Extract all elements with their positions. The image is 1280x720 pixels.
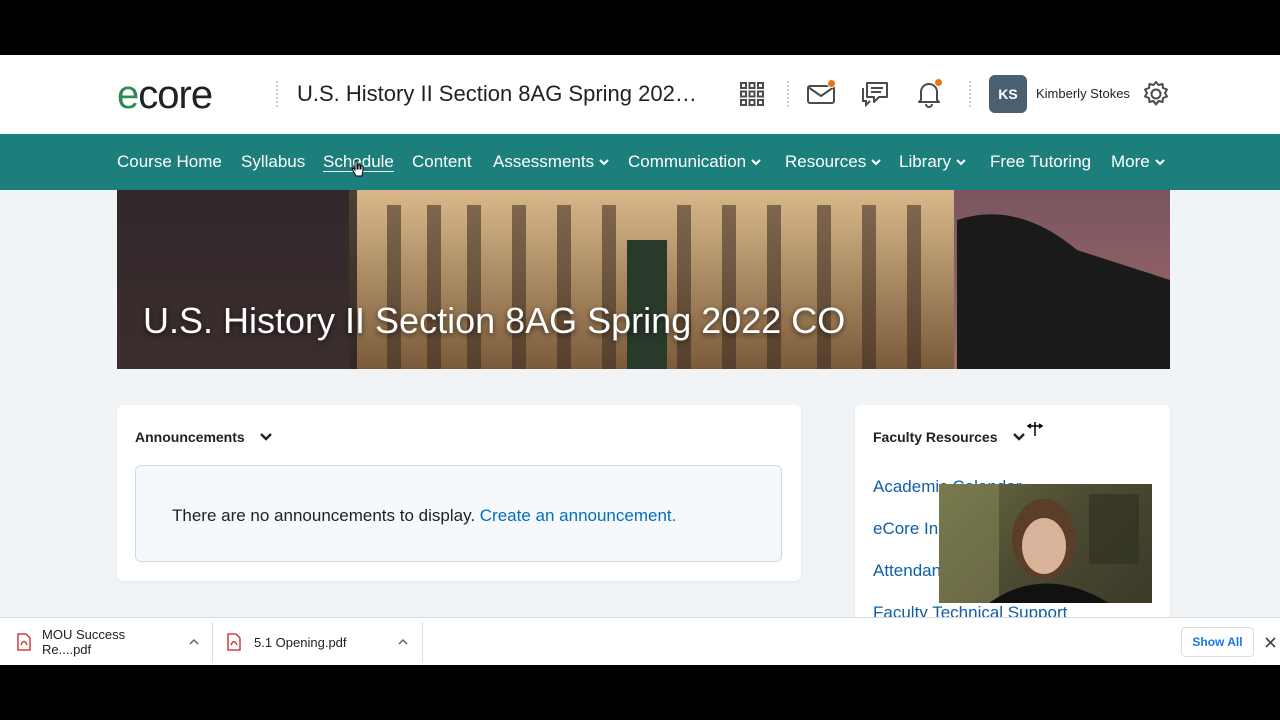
nav-course-home[interactable]: Course Home	[117, 152, 222, 172]
announcements-heading: Announcements	[135, 429, 273, 445]
faculty-resources-heading: Faculty Resources	[873, 429, 1026, 445]
user-name[interactable]: Kimberly Stokes	[1036, 86, 1130, 101]
nav-content[interactable]: Content	[412, 152, 472, 172]
show-all-downloads-button[interactable]: Show All	[1181, 627, 1254, 657]
course-title[interactable]: U.S. History II Section 8AG Spring 2022 …	[297, 81, 702, 107]
webcam-overlay	[939, 484, 1152, 603]
unread-dot	[827, 79, 836, 88]
divider	[212, 622, 213, 662]
unread-dot	[934, 78, 943, 87]
nav-more[interactable]: More	[1111, 152, 1165, 172]
chevron-up-icon[interactable]	[398, 638, 408, 646]
header-divider	[969, 81, 971, 107]
download-filename: 5.1 Opening.pdf	[254, 634, 347, 650]
chevron-down-icon	[871, 159, 881, 166]
download-filename: MOU Success Re....pdf	[42, 627, 126, 657]
nav-assessments[interactable]: Assessments	[493, 152, 609, 172]
chevron-down-icon	[599, 159, 609, 166]
course-header: ecore U.S. History II Section 8AG Spring…	[0, 55, 1280, 134]
chevron-down-icon	[956, 159, 966, 166]
pdf-file-icon	[227, 633, 241, 651]
chevron-down-icon	[751, 159, 761, 166]
ecore-logo[interactable]: ecore	[117, 73, 213, 118]
header-divider	[787, 81, 789, 107]
chevron-down-icon[interactable]	[1012, 432, 1026, 442]
pdf-file-icon	[17, 633, 31, 651]
course-selector-grid-icon[interactable]	[736, 78, 768, 110]
nav-syllabus[interactable]: Syllabus	[241, 152, 305, 172]
close-icon[interactable]	[1265, 637, 1276, 648]
message-alerts-icon[interactable]	[805, 78, 837, 110]
presenter-video	[939, 484, 1139, 603]
move-cursor-icon	[1027, 422, 1043, 436]
announcements-empty-state: There are no announcements to display. C…	[135, 465, 782, 562]
create-announcement-link[interactable]: Create an announcement.	[480, 506, 677, 525]
announcements-message: There are no announcements to display. C…	[172, 506, 677, 525]
download-shelf: MOU Success Re....pdf 5.1 Opening.pdf Sh…	[0, 617, 1280, 665]
course-navbar: Course Home Syllabus Schedule Content As…	[0, 134, 1280, 190]
course-banner-image: U.S. History II Section 8AG Spring 2022 …	[117, 190, 1170, 369]
nav-communication[interactable]: Communication	[628, 152, 761, 172]
download-item[interactable]: MOU Success Re....pdf	[16, 618, 199, 665]
header-divider	[276, 81, 278, 107]
chevron-up-icon[interactable]	[189, 638, 199, 646]
avatar[interactable]: KS	[989, 75, 1027, 113]
browser-viewport: ecore U.S. History II Section 8AG Spring…	[0, 55, 1280, 665]
download-item[interactable]: 5.1 Opening.pdf	[226, 618, 408, 665]
announcements-widget: Announcements There are no announcements…	[117, 405, 801, 581]
hand-cursor-icon	[351, 160, 364, 177]
memorial-photo	[117, 190, 1170, 369]
nav-resources[interactable]: Resources	[785, 152, 881, 172]
nav-free-tutoring[interactable]: Free Tutoring	[990, 152, 1091, 172]
nav-library[interactable]: Library	[899, 152, 966, 172]
settings-gear-icon[interactable]	[1140, 78, 1172, 110]
chevron-down-icon[interactable]	[259, 432, 273, 442]
chevron-down-icon	[1155, 159, 1165, 166]
subscription-alerts-icon[interactable]	[859, 78, 891, 110]
divider	[422, 622, 423, 662]
update-alerts-bell-icon[interactable]	[913, 78, 945, 110]
banner-course-title: U.S. History II Section 8AG Spring 2022 …	[143, 300, 846, 341]
